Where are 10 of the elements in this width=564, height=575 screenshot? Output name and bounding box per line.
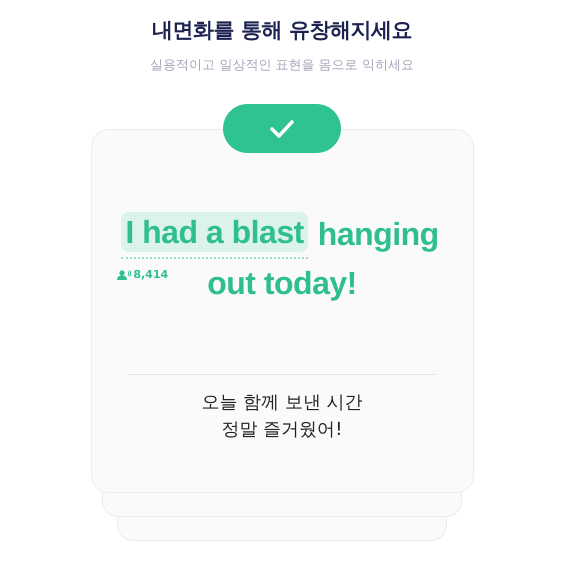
- page-subtitle: 실용적이고 일상적인 표현을 몸으로 익히세요: [150, 57, 414, 74]
- people-icon: [117, 270, 132, 280]
- check-icon: [270, 118, 294, 138]
- translation-text: 오늘 함께 보낸 시간 정말 즐거웠어!: [201, 391, 363, 442]
- check-button[interactable]: [223, 104, 341, 153]
- highlighted-phrase[interactable]: I had a blast: [121, 212, 308, 252]
- phrase-text: hanging: [316, 215, 440, 254]
- learner-count: 8,414: [117, 268, 168, 281]
- phrase-text: out today!: [206, 264, 358, 303]
- page-title: 내면화를 통해 유창해지세요: [152, 17, 412, 44]
